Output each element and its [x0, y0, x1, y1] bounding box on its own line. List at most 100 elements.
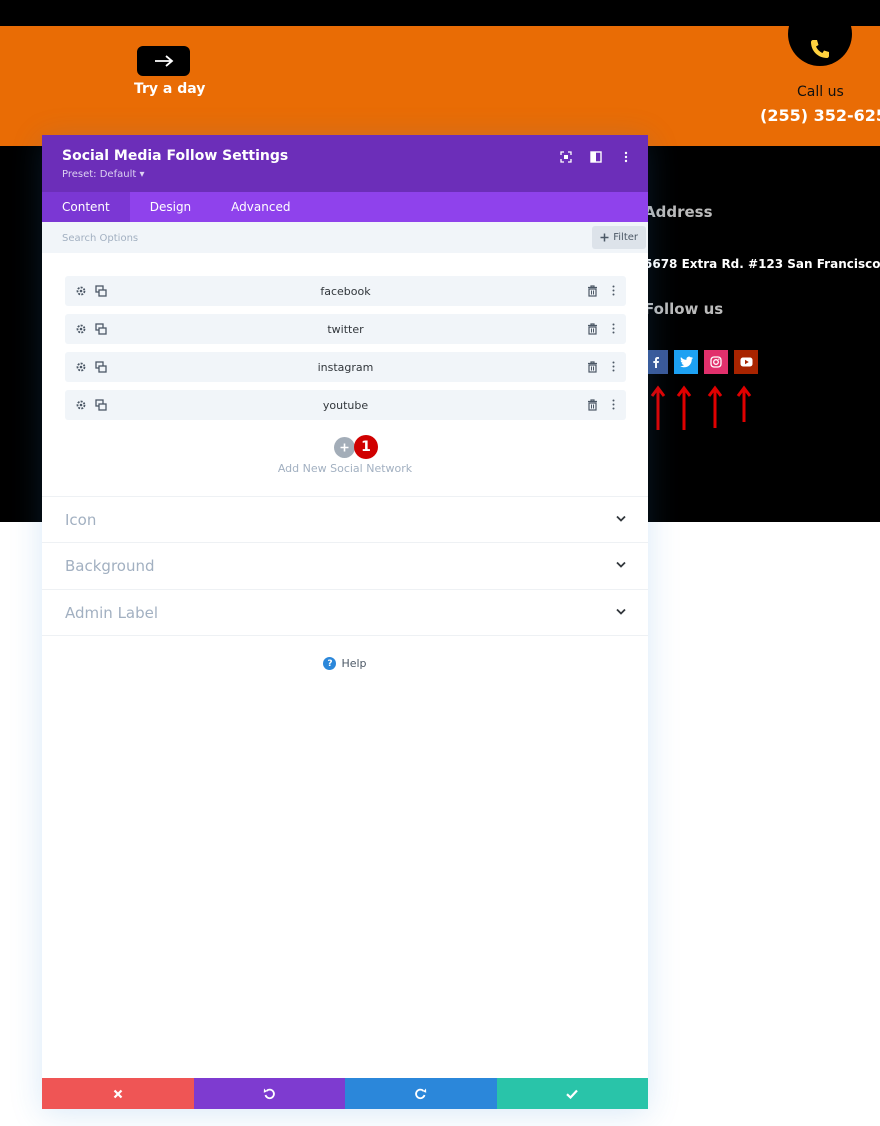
cancel-button[interactable]: [42, 1078, 194, 1109]
list-item-label: twitter: [327, 322, 364, 336]
top-strip: [0, 0, 880, 26]
plus-icon: [340, 443, 349, 452]
chevron-down-icon: [616, 515, 626, 522]
gear-icon[interactable]: [74, 284, 87, 297]
section-title: Admin Label: [65, 604, 159, 622]
search-options-input[interactable]: [62, 228, 462, 248]
gear-icon[interactable]: [74, 360, 87, 373]
phone-number[interactable]: (255) 352-6258: [760, 106, 880, 125]
address-title: Address: [644, 203, 713, 221]
annotation-badge: 1: [354, 435, 378, 459]
facebook-icon: [653, 357, 659, 368]
check-icon: [566, 1089, 579, 1099]
more-options-button[interactable]: [618, 149, 634, 165]
add-network-button[interactable]: [334, 437, 355, 458]
trash-icon[interactable]: [586, 284, 599, 297]
phone-circle: [788, 26, 852, 66]
address-text: 5678 Extra Rd. #123 San Francisco, CA 9: [644, 257, 880, 271]
focus-icon: [560, 151, 572, 163]
section-background[interactable]: Background: [42, 542, 648, 589]
item-left-actions: [74, 398, 107, 411]
modal-header[interactable]: Social Media Follow Settings Preset: Def…: [42, 135, 648, 192]
item-left-actions: [74, 284, 107, 297]
tab-advanced[interactable]: Advanced: [211, 192, 310, 222]
section-icon[interactable]: Icon: [42, 496, 648, 543]
trash-icon[interactable]: [586, 322, 599, 335]
youtube-icon: [740, 357, 752, 367]
chevron-down-icon: [616, 561, 626, 568]
annotation-arrows-icon: [650, 385, 752, 430]
close-icon: [113, 1089, 123, 1098]
social-twitter-button[interactable]: [674, 350, 698, 374]
more-icon[interactable]: [607, 398, 620, 411]
trash-icon[interactable]: [586, 398, 599, 411]
tab-content[interactable]: Content: [42, 192, 130, 222]
social-icons-row: [644, 350, 758, 374]
filter-label: Filter: [613, 232, 638, 243]
list-item-label: youtube: [322, 398, 369, 412]
orange-cta-section: Try a day Call us (255) 352-6258: [0, 26, 880, 146]
list-item-twitter[interactable]: twitter: [65, 314, 626, 344]
filter-button[interactable]: Filter: [592, 226, 646, 249]
help-icon: ?: [323, 657, 337, 670]
help-link[interactable]: ? Help: [42, 657, 648, 670]
split-view-icon: [590, 151, 602, 163]
redo-icon: [415, 1088, 427, 1100]
modal-title: Social Media Follow Settings: [62, 148, 289, 164]
item-right-actions: [586, 284, 620, 297]
trash-icon[interactable]: [586, 360, 599, 373]
section-divider: [42, 635, 648, 636]
undo-button[interactable]: [193, 1078, 345, 1109]
add-social-network: 1 Add New Social Network: [42, 435, 648, 485]
list-item-youtube[interactable]: youtube: [65, 390, 626, 420]
section-admin-label[interactable]: Admin Label: [42, 589, 648, 636]
section-title: Background: [65, 557, 155, 575]
section-title: Icon: [65, 511, 97, 529]
twitter-icon: [679, 356, 693, 368]
social-instagram-button[interactable]: [704, 350, 728, 374]
social-youtube-button[interactable]: [734, 350, 758, 374]
preset-dropdown[interactable]: Preset: Default ▾: [62, 169, 144, 180]
item-left-actions: [74, 322, 107, 335]
duplicate-icon[interactable]: [94, 398, 107, 411]
add-network-label[interactable]: Add New Social Network: [42, 462, 648, 475]
more-icon[interactable]: [607, 360, 620, 373]
duplicate-icon[interactable]: [94, 360, 107, 373]
focus-button[interactable]: [558, 149, 574, 165]
split-view-button[interactable]: [588, 149, 604, 165]
item-left-actions: [74, 360, 107, 373]
plus-icon: [600, 233, 609, 242]
gear-icon[interactable]: [74, 398, 87, 411]
chevron-down-icon: [616, 608, 626, 615]
more-icon[interactable]: [607, 284, 620, 297]
list-item-label: instagram: [317, 360, 374, 374]
modal-tabs: Content Design Advanced: [42, 192, 648, 222]
help-label: Help: [341, 657, 367, 670]
follow-us-title: Follow us: [644, 300, 724, 318]
list-item-facebook[interactable]: facebook: [65, 276, 626, 306]
gear-icon[interactable]: [74, 322, 87, 335]
undo-icon: [263, 1088, 275, 1100]
tab-design[interactable]: Design: [130, 192, 211, 222]
call-us-label: Call us: [797, 84, 844, 100]
header-actions: [558, 149, 634, 165]
more-icon: [624, 151, 628, 163]
list-item-instagram[interactable]: instagram: [65, 352, 626, 382]
social-network-list: facebook twitter instagram youtube: [65, 276, 626, 428]
save-button[interactable]: [496, 1078, 648, 1109]
modal-footer: [42, 1078, 648, 1109]
try-a-day-label: Try a day: [134, 81, 206, 97]
item-right-actions: [586, 360, 620, 373]
duplicate-icon[interactable]: [94, 322, 107, 335]
instagram-icon: [710, 356, 722, 368]
settings-modal: Social Media Follow Settings Preset: Def…: [42, 135, 648, 1109]
arrow-right-icon: [154, 55, 173, 67]
try-a-day-button[interactable]: [137, 46, 190, 76]
more-icon[interactable]: [607, 322, 620, 335]
duplicate-icon[interactable]: [94, 284, 107, 297]
item-right-actions: [586, 398, 620, 411]
list-item-label: facebook: [320, 284, 371, 298]
phone-icon: [811, 40, 829, 58]
redo-button[interactable]: [345, 1078, 497, 1109]
item-right-actions: [586, 322, 620, 335]
